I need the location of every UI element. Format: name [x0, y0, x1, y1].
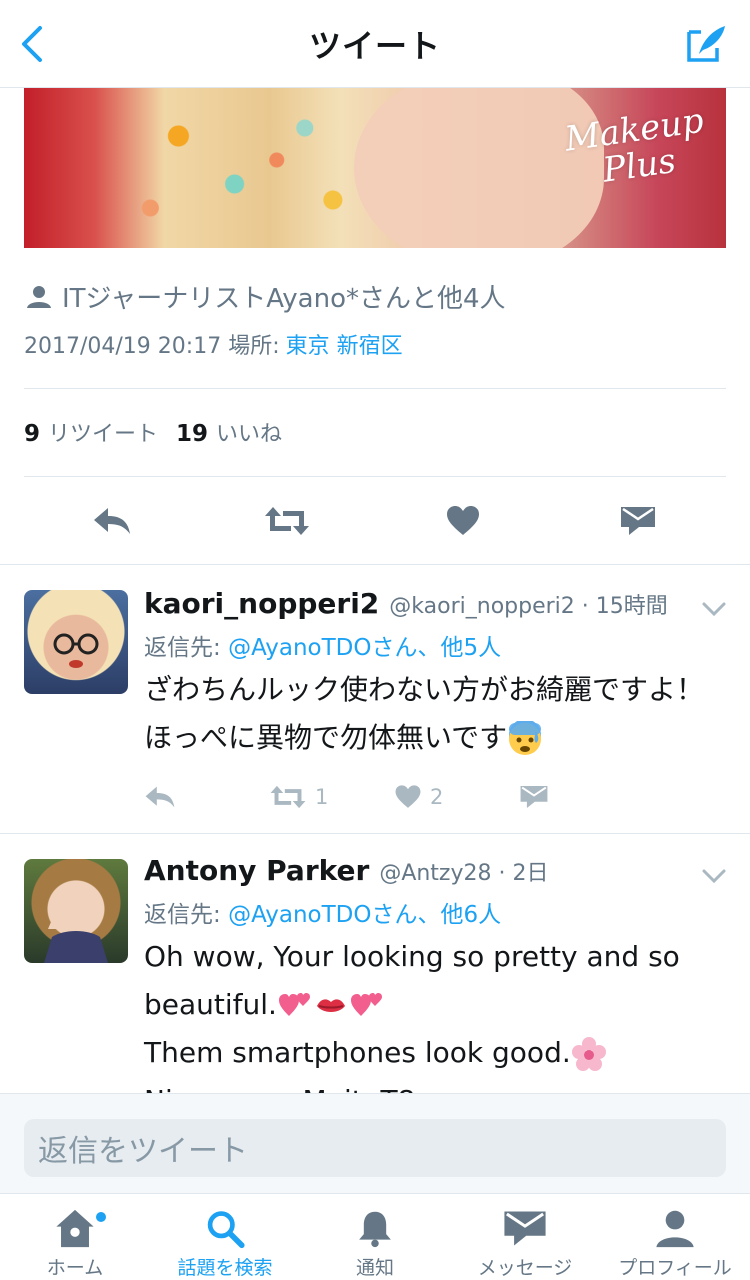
reply-body: Antony Parker @Antzy28 · 2日 返信先: @AyanoT…	[144, 854, 720, 1093]
direct-message-button[interactable]	[519, 784, 644, 810]
like-count[interactable]: 19	[176, 421, 208, 447]
tweet-meta: 2017/04/19 20:17 場所: 東京 新宿区	[24, 328, 403, 360]
divider	[24, 476, 726, 477]
chevron-down-icon[interactable]	[700, 862, 728, 890]
direct-message-button[interactable]	[608, 491, 668, 551]
kiss-mark-emoji-icon	[316, 999, 345, 1012]
nav-header: ツイート	[0, 0, 750, 88]
retweet-count[interactable]: 9	[24, 421, 40, 447]
tab-search[interactable]: 話題を検索	[150, 1194, 300, 1280]
reply-header: kaori_nopperi2 @kaori_nopperi2 · 15時間	[144, 587, 720, 620]
like-button[interactable]	[433, 491, 493, 551]
chevron-down-icon[interactable]	[700, 595, 728, 623]
reply-to-link[interactable]: @AyanoTDOさん、他6人	[228, 902, 501, 928]
heart-icon	[446, 506, 479, 535]
avatar[interactable]	[24, 859, 128, 963]
glasses-graphic	[53, 633, 99, 668]
retweet-count: 1	[315, 785, 329, 809]
divider	[24, 388, 726, 389]
page-title: ツイート	[308, 26, 441, 65]
tweet-datetime: 2017/04/19 20:17 場所:	[24, 334, 280, 359]
chevron-left-icon	[22, 26, 42, 62]
reply-button[interactable]	[144, 785, 269, 809]
retweeted-by-text: ITジャーナリストAyano*さんと他4人	[62, 284, 506, 314]
retweet-button[interactable]: 1	[269, 784, 394, 810]
search-icon	[207, 1211, 245, 1249]
tab-profile[interactable]: プロフィール	[600, 1194, 750, 1280]
reply-composer-bar: 返信をツイート	[0, 1093, 750, 1193]
like-count: 2	[430, 785, 444, 809]
back-button[interactable]	[12, 22, 52, 66]
envelope-icon	[520, 785, 548, 809]
tab-home[interactable]: ホーム	[0, 1194, 150, 1280]
reply-body: kaori_nopperi2 @kaori_nopperi2 · 15時間 返信…	[144, 587, 720, 762]
avatar-graphic	[44, 915, 108, 963]
anxious-face-emoji-icon	[509, 721, 542, 755]
engagement-counts: 9 リツイート 19 いいね	[24, 416, 282, 448]
two-hearts-emoji-icon	[278, 993, 310, 1016]
tab-notifications[interactable]: 通知	[300, 1194, 450, 1280]
home-icon	[56, 1209, 94, 1248]
compose-quill-icon	[687, 26, 725, 62]
reply-input[interactable]: 返信をツイート	[24, 1119, 726, 1177]
tweet-action-bar	[24, 478, 726, 564]
like-button[interactable]: 2	[394, 784, 519, 810]
reply-action-bar: 1 2	[144, 777, 644, 817]
reply-to: 返信先: @AyanoTDOさん、他5人	[144, 635, 502, 661]
notification-dot	[96, 1212, 106, 1222]
envelope-icon	[621, 507, 656, 535]
retweet-icon	[270, 785, 306, 809]
two-hearts-emoji-icon	[350, 993, 382, 1016]
bell-icon	[359, 1211, 391, 1248]
tweet-place-link[interactable]: 東京 新宿区	[286, 334, 403, 359]
heart-icon	[395, 785, 421, 808]
compose-tweet-button[interactable]	[684, 20, 730, 66]
envelope-icon	[504, 1211, 546, 1246]
author-handle[interactable]: @Antzy28 · 2日	[379, 855, 548, 887]
person-icon	[656, 1210, 694, 1248]
reply-button[interactable]	[82, 491, 142, 551]
retweet-button[interactable]	[257, 491, 317, 551]
reply-icon	[145, 786, 175, 808]
reply-text: Oh wow, Your looking so pretty and so be…	[144, 933, 720, 1093]
author-name[interactable]: kaori_nopperi2	[144, 587, 379, 620]
person-icon	[27, 285, 51, 308]
author-name[interactable]: Antony Parker	[144, 854, 369, 887]
tab-bar: ホーム 話題を検索 通知 メッセージ プロフィール	[0, 1193, 750, 1280]
reply-to-link[interactable]: @AyanoTDOさん、他5人	[228, 635, 501, 661]
reply-header: Antony Parker @Antzy28 · 2日	[144, 854, 720, 887]
reply-tweet[interactable]: Antony Parker @Antzy28 · 2日 返信先: @AyanoT…	[0, 834, 750, 1093]
author-handle[interactable]: @kaori_nopperi2 · 15時間	[389, 588, 667, 620]
reply-tweet[interactable]: kaori_nopperi2 @kaori_nopperi2 · 15時間 返信…	[0, 565, 750, 833]
retweeted-by[interactable]: ITジャーナリストAyano*さんと他4人	[24, 278, 506, 315]
reply-to: 返信先: @AyanoTDOさん、他6人	[144, 902, 502, 928]
like-count-label: いいね	[216, 422, 283, 447]
retweet-icon	[265, 507, 310, 535]
tweet-photo[interactable]: Makeup Plus	[24, 88, 726, 248]
retweet-count-label: リツイート	[48, 422, 159, 447]
reply-icon	[93, 508, 130, 534]
avatar[interactable]	[24, 590, 128, 694]
reply-text: ざわちんルック使わない方がお綺麗ですよ！ほっぺに異物で勿体無いです	[144, 666, 720, 762]
tab-messages[interactable]: メッセージ	[450, 1194, 600, 1280]
cherry-blossom-emoji-icon	[571, 1037, 606, 1071]
photo-hand	[354, 88, 604, 248]
